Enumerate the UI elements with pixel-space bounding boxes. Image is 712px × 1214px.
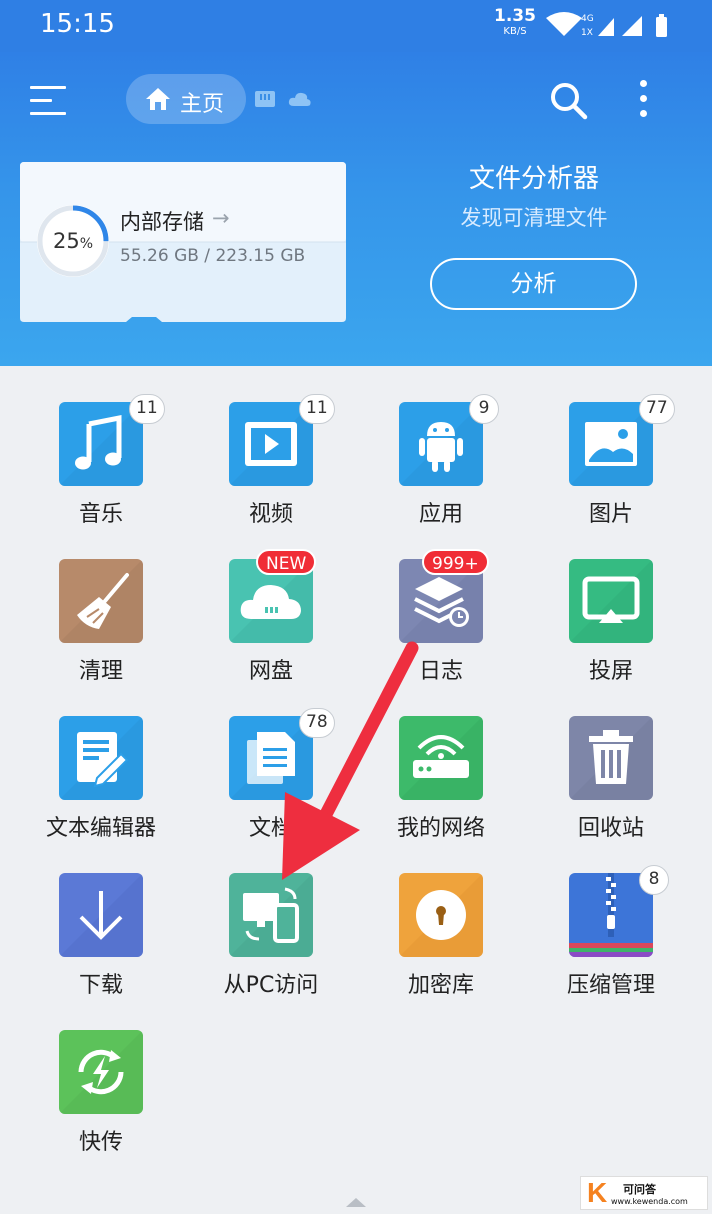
storage-percent: 25% [34, 202, 112, 280]
new-badge: NEW [256, 549, 317, 575]
count-badge: 77 [639, 394, 675, 424]
category-pictures[interactable]: 77 图片 [526, 366, 696, 527]
net-speed-value: 1.35 [494, 6, 536, 26]
sim-type-label: 4G [581, 14, 594, 24]
storage-title: 内部存储 [120, 210, 204, 234]
category-quick-transfer[interactable]: 快传 [16, 994, 186, 1155]
pc-access-icon [229, 873, 313, 957]
count-badge: 11 [299, 394, 335, 424]
wifi-icon [546, 12, 582, 36]
category-label: 快传 [78, 1130, 123, 1155]
menu-icon [30, 86, 66, 89]
category-cloud-drive[interactable]: 网盘 [186, 523, 356, 684]
analyze-button[interactable]: 分析 [430, 258, 637, 310]
category-cast[interactable]: 投屏 [526, 523, 696, 684]
system-status-icons: 4G 1X [546, 12, 667, 38]
net-speed: 1.35 KB/S [494, 8, 536, 37]
category-archive[interactable]: 8 压缩管理 [526, 837, 696, 998]
category-download[interactable]: 下载 [16, 837, 186, 998]
internal-storage-card[interactable]: 25% 内部存储 → 55.26 GB / 223.15 GB [20, 162, 346, 324]
category-music[interactable]: 11 音乐 [16, 366, 186, 527]
home-icon [146, 88, 170, 110]
net-speed-unit: KB/S [503, 26, 527, 37]
trash-icon [569, 716, 653, 800]
network-icon [399, 716, 483, 800]
cloud-icon[interactable] [288, 90, 312, 108]
category-grid: 11 音乐 11 视频 9 应用 77 图片 清理 网盘 日志 投屏 文本编辑器… [0, 366, 712, 1186]
file-analyzer-title: 文件分析器 [468, 164, 599, 194]
signal-icon-1 [598, 18, 614, 36]
quick-transfer-icon [59, 1030, 143, 1114]
broom-icon [59, 559, 143, 643]
category-clean[interactable]: 清理 [16, 523, 186, 684]
category-recycle-bin[interactable]: 回收站 [526, 680, 696, 841]
storage-usage-text: 55.26 GB / 223.15 GB [120, 246, 306, 266]
menu-button[interactable] [30, 84, 66, 116]
category-label: 从PC访问 [223, 973, 319, 998]
text-editor-icon [59, 716, 143, 800]
storage-percent-sign: % [79, 236, 94, 252]
category-label: 加密库 [407, 973, 474, 998]
chevron-up-icon[interactable] [344, 1195, 368, 1209]
watermark-logo: K 可问答 www.kewenda.com [580, 1176, 708, 1210]
watermark-k: K [587, 1177, 608, 1208]
category-my-network[interactable]: 我的网络 [356, 680, 526, 841]
category-video[interactable]: 11 视频 [186, 366, 356, 527]
file-analyzer-subtitle: 发现可清理文件 [460, 206, 608, 230]
category-vault[interactable]: 加密库 [356, 837, 526, 998]
vault-icon [399, 873, 483, 957]
home-tab-label: 主页 [180, 92, 225, 117]
category-logs[interactable]: 日志 [356, 523, 526, 684]
category-text-editor[interactable]: 文本编辑器 [16, 680, 186, 841]
download-icon [59, 873, 143, 957]
watermark-text: 可问答 [623, 1183, 656, 1196]
count-badge: 8 [639, 865, 669, 895]
count-badge: 9 [469, 394, 499, 424]
arrow-right-icon: → [212, 206, 230, 230]
count-badge: 78 [299, 708, 335, 738]
watermark-url: www.kewenda.com [611, 1197, 688, 1206]
cast-icon [569, 559, 653, 643]
storage-percent-value: 25 [52, 229, 80, 253]
signal-icon-2 [622, 16, 642, 36]
sim-sub-label: 1X [581, 28, 593, 38]
home-tab[interactable]: 主页 [126, 74, 246, 124]
status-time: 15:15 [40, 9, 115, 39]
sdcard-icon[interactable] [254, 90, 276, 108]
category-label: 压缩管理 [566, 973, 655, 998]
more-vert-icon[interactable] [636, 80, 652, 118]
log-count-badge: 999+ [422, 549, 489, 575]
count-badge: 11 [129, 394, 165, 424]
app-header: 主页 25% 内部存储 → 55.26 GB / 223.15 GB 文件分析器… [0, 52, 712, 366]
category-documents[interactable]: 78 文档 [186, 680, 356, 841]
menu-icon-bar [30, 99, 52, 102]
category-pc-access[interactable]: 从PC访问 [186, 837, 356, 998]
menu-icon-bar [30, 112, 66, 115]
category-apps[interactable]: 9 应用 [356, 366, 526, 527]
status-bar: 15:15 1.35 KB/S 4G 1X [0, 0, 712, 52]
search-icon[interactable] [549, 81, 589, 121]
battery-icon [656, 14, 667, 37]
